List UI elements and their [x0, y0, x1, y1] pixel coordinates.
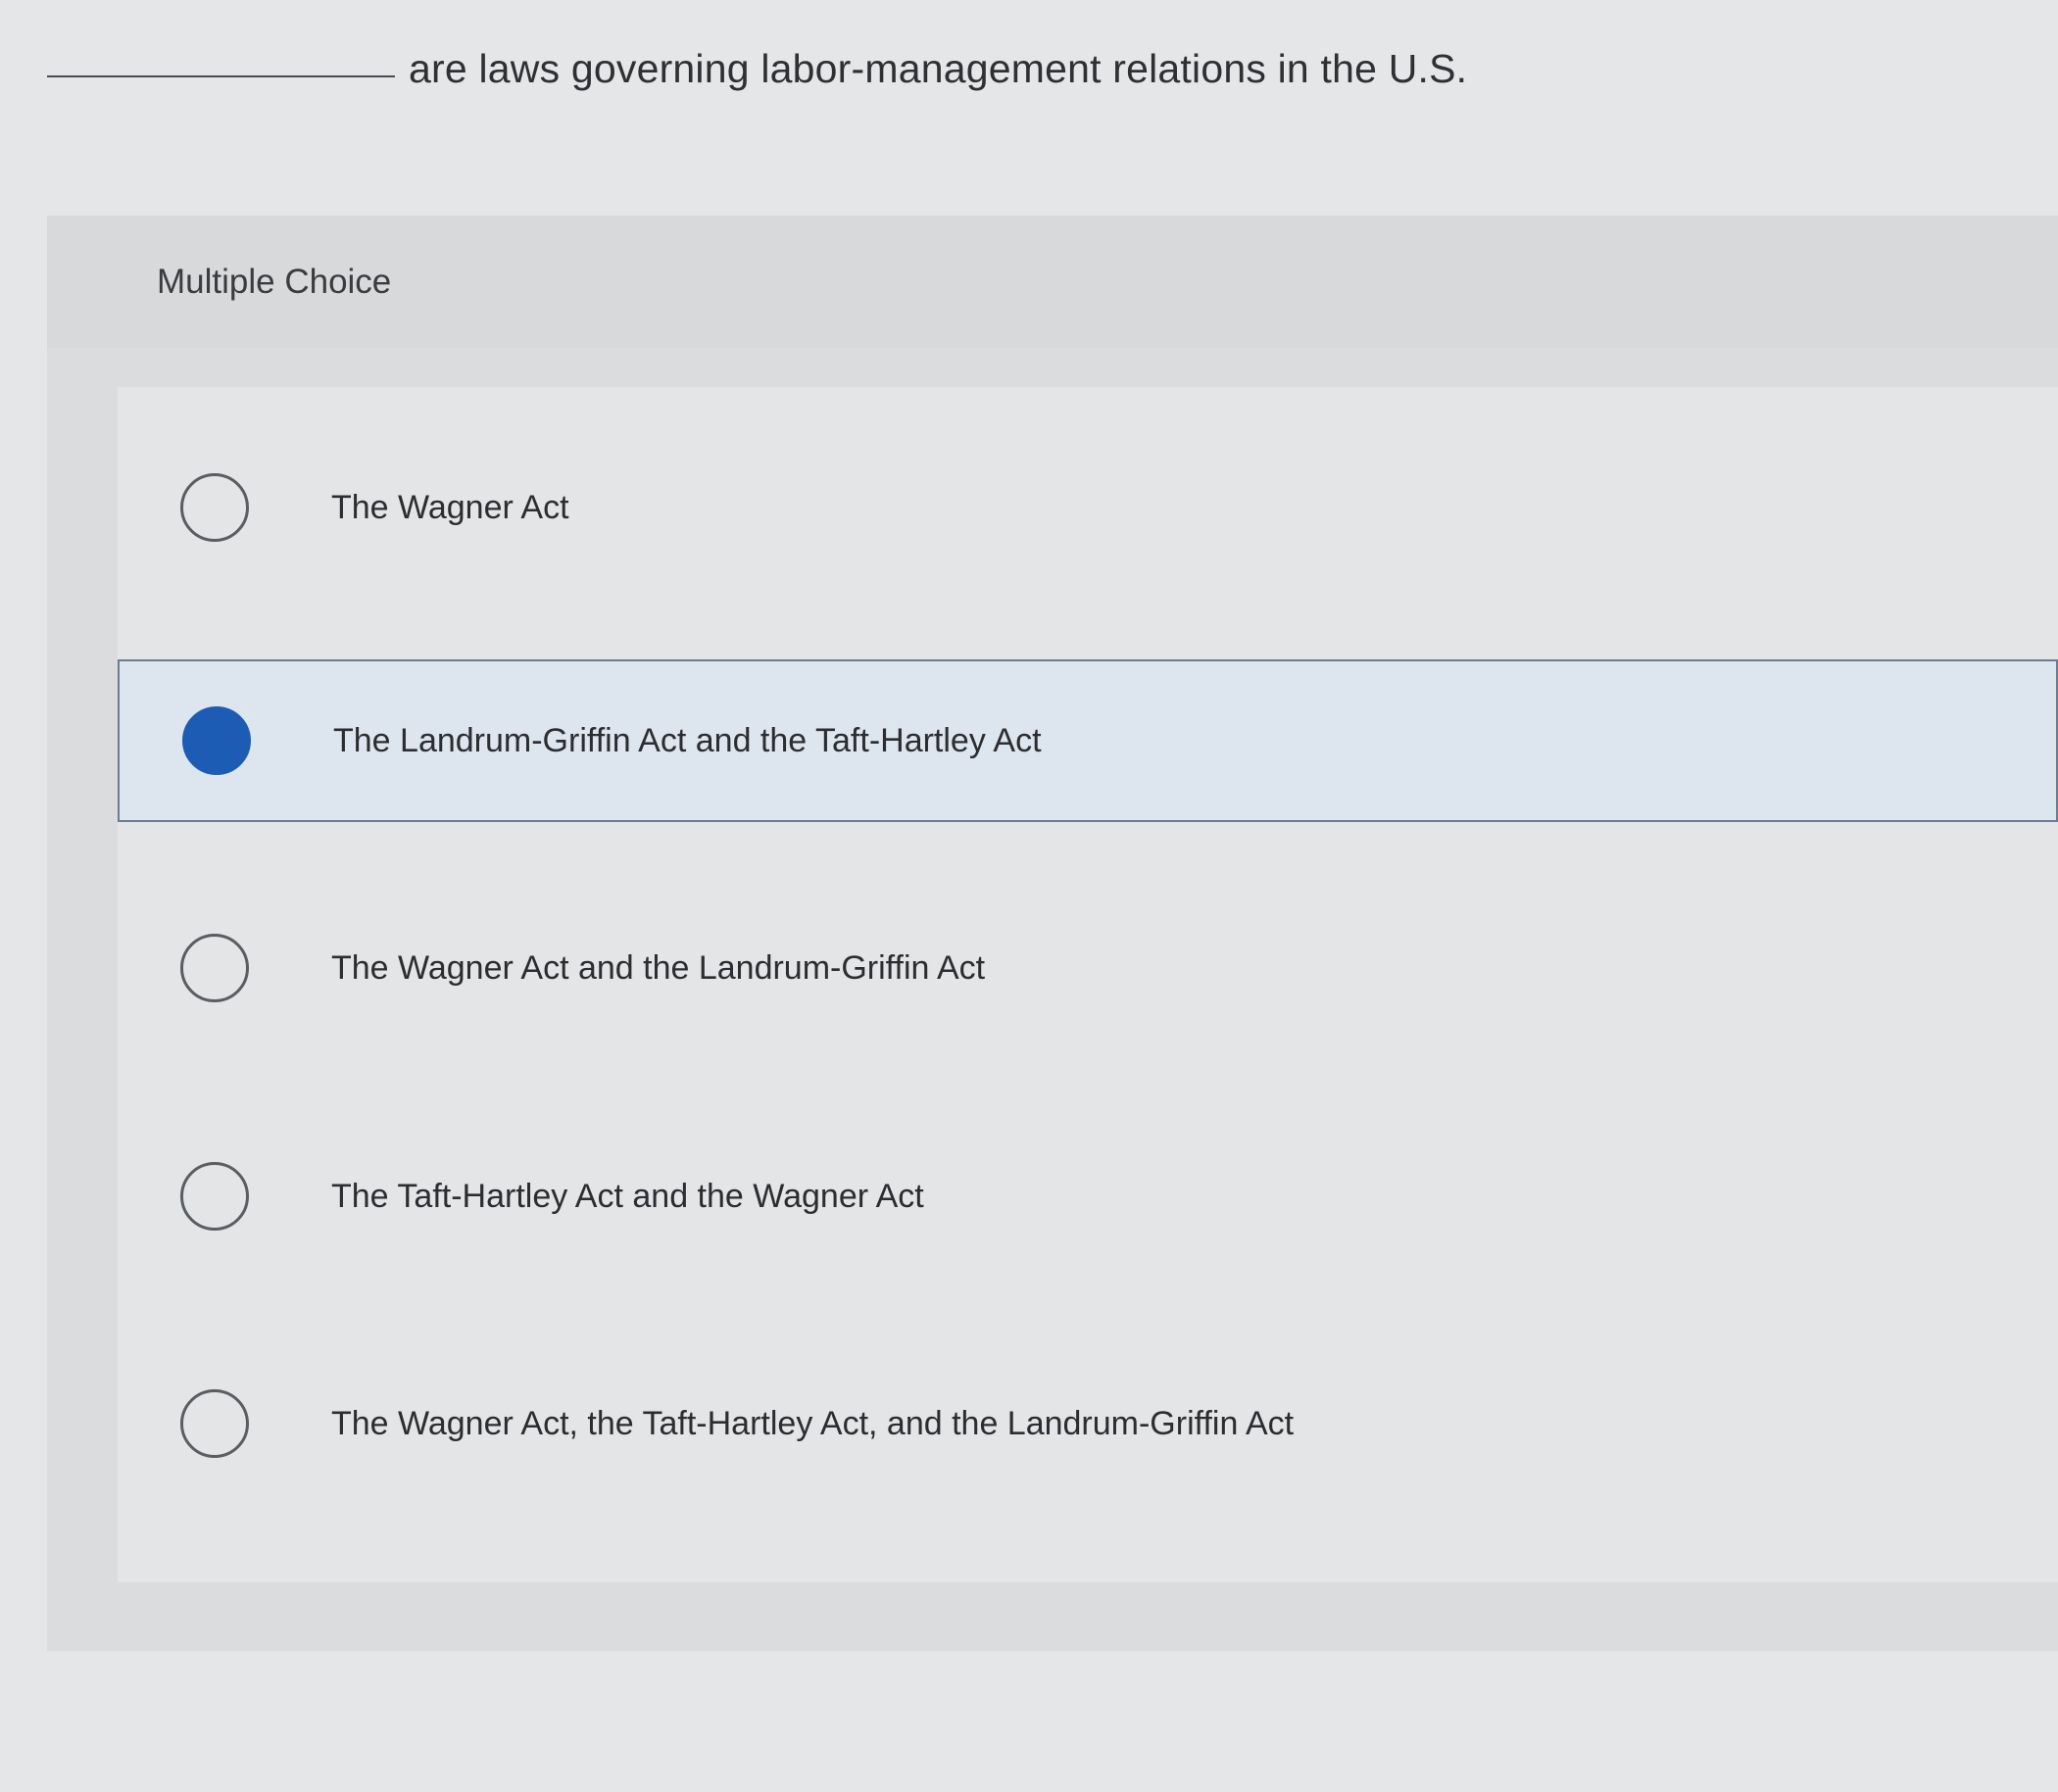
answer-blank — [47, 75, 395, 77]
choice-label: The Wagner Act, the Taft-Hartley Act, an… — [331, 1404, 1295, 1442]
radio-button[interactable] — [180, 1162, 249, 1231]
choice-label: The Wagner Act — [331, 488, 569, 526]
multiple-choice-panel: Multiple Choice The Wagner Act The Landr… — [47, 216, 2058, 1651]
radio-button-selected[interactable] — [182, 706, 251, 775]
choice-list: The Wagner Act The Landrum-Griffin Act a… — [118, 387, 2058, 1582]
question-prompt: are laws governing labor-management rela… — [47, 29, 1467, 108]
radio-button[interactable] — [180, 1389, 249, 1458]
choice-label: The Wagner Act and the Landrum-Griffin A… — [331, 948, 986, 987]
choice-option-1[interactable]: The Wagner Act — [118, 426, 2058, 589]
multiple-choice-label: Multiple Choice — [157, 263, 392, 301]
choice-label: The Landrum-Griffin Act and the Taft-Har… — [333, 721, 1042, 759]
choice-option-3[interactable]: The Wagner Act and the Landrum-Griffin A… — [118, 887, 2058, 1049]
panel-header: Multiple Choice — [47, 216, 2058, 348]
choice-label: The Taft-Hartley Act and the Wagner Act — [331, 1177, 924, 1215]
question-text: are laws governing labor-management rela… — [409, 45, 1468, 91]
radio-button[interactable] — [180, 473, 249, 542]
choice-option-5[interactable]: The Wagner Act, the Taft-Hartley Act, an… — [118, 1342, 2058, 1505]
radio-button[interactable] — [180, 934, 249, 1002]
choice-option-2[interactable]: The Landrum-Griffin Act and the Taft-Har… — [118, 659, 2058, 822]
choice-option-4[interactable]: The Taft-Hartley Act and the Wagner Act — [118, 1115, 2058, 1278]
